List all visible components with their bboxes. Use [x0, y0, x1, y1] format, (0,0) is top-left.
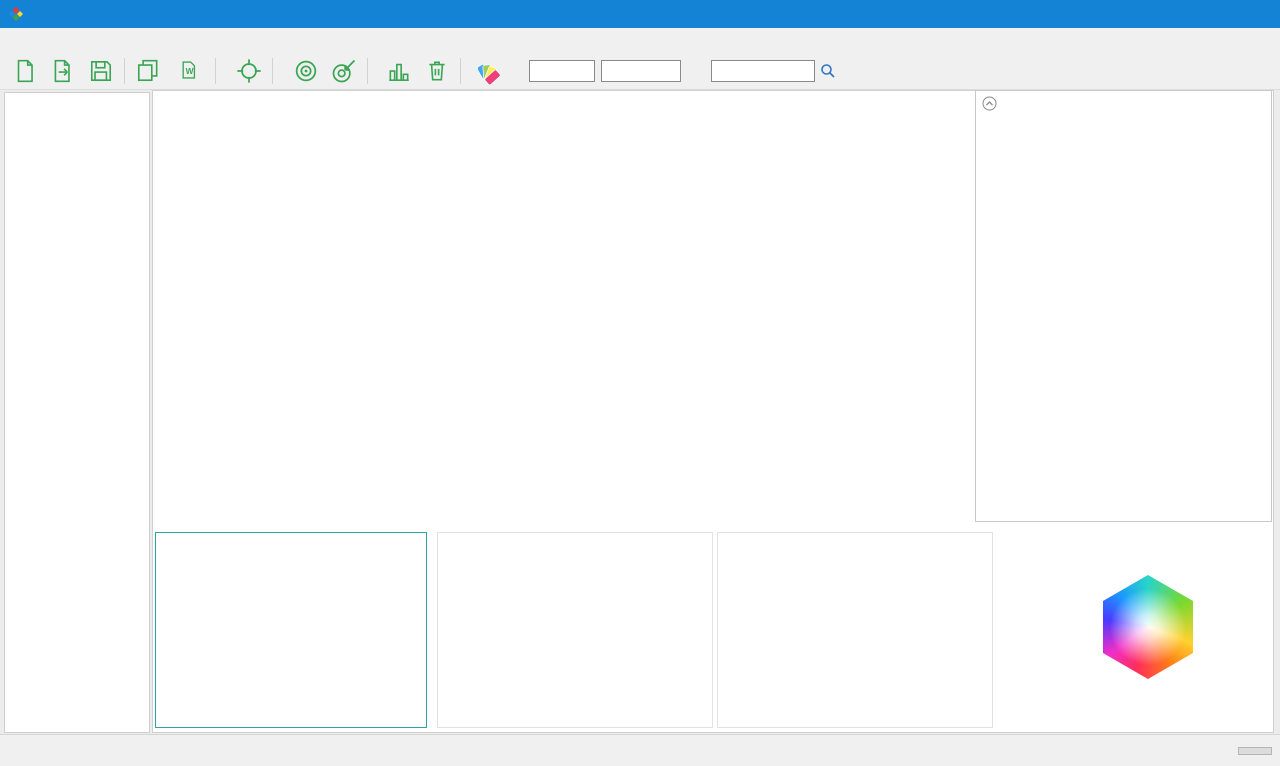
auto-button[interactable] [1238, 747, 1272, 755]
color-diff-panel [975, 90, 1272, 522]
minimize-button[interactable] [1142, 0, 1188, 28]
title-bar [0, 0, 1280, 28]
new-document-button[interactable] [6, 54, 44, 88]
window-controls [1142, 0, 1280, 28]
gamut-chart[interactable] [998, 532, 1272, 728]
measure-standard-button[interactable] [287, 54, 325, 88]
toolbar-separator [215, 58, 216, 84]
deltaE-chart[interactable] [437, 532, 713, 728]
app-icon [8, 6, 24, 22]
calibrate-button[interactable] [230, 54, 268, 88]
menu-bar [0, 28, 1280, 52]
color-diff-header [976, 91, 1271, 115]
save-button[interactable] [82, 54, 120, 88]
svg-text:W: W [186, 66, 194, 76]
sample-tree [4, 92, 150, 733]
app-window: W [0, 0, 1280, 766]
toolbar-separator [272, 58, 273, 84]
toolbar-separator [460, 58, 461, 84]
search-input[interactable] [711, 60, 815, 82]
toolbar-separator [367, 58, 368, 84]
maximize-button[interactable] [1188, 0, 1234, 28]
collapse-icon[interactable] [982, 96, 997, 111]
color-palette-button[interactable] [473, 54, 511, 88]
export-button[interactable] [44, 54, 82, 88]
toolbar-separator [124, 58, 125, 84]
close-button[interactable] [1234, 0, 1280, 28]
scatter-chart[interactable] [155, 532, 427, 728]
copy-button[interactable] [129, 54, 167, 88]
measure-sample-button[interactable] [325, 54, 363, 88]
illuminant-select[interactable] [601, 60, 681, 82]
gamut-chart-overlay [998, 532, 1270, 724]
sci-select[interactable] [529, 60, 595, 82]
chart-button[interactable] [380, 54, 418, 88]
search-button[interactable] [815, 58, 841, 84]
status-bar [0, 734, 1280, 766]
spectral-chart[interactable] [717, 532, 993, 728]
delete-button[interactable] [418, 54, 456, 88]
toolbar: W [0, 52, 1280, 90]
word-export-button[interactable]: W [167, 54, 211, 88]
